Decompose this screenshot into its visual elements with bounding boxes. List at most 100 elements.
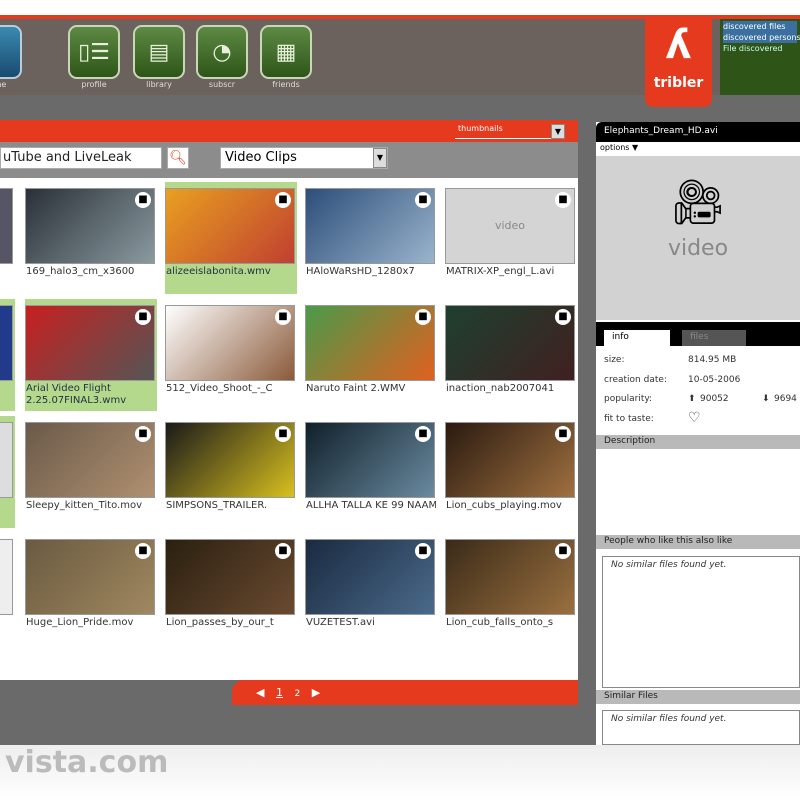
grid-item[interactable]: ■ SIMPSONS_TRAILER. (165, 416, 297, 528)
date-label: creation date: (604, 375, 667, 385)
item-label: alizeeislabonita.wmv (166, 266, 271, 277)
grid-item-partial[interactable] (0, 299, 15, 411)
search-button[interactable]: 🔍︎ (167, 147, 189, 169)
grid-item-partial[interactable] (0, 182, 15, 294)
item-label: 512_Video_Shoot_-_C (166, 383, 273, 394)
library-icon: ▤ (148, 39, 170, 65)
tab-files[interactable]: files (682, 330, 746, 346)
view-mode-select[interactable]: thumbnails ▼ (455, 124, 565, 139)
video-camera-icon: ■ (135, 192, 151, 208)
grid-item-partial[interactable] (0, 416, 15, 528)
grid-item[interactable]: ■ alizeeislabonita.wmv (165, 182, 297, 294)
thumbnail-placeholder: video (494, 219, 526, 232)
home-label: me (0, 80, 7, 89)
leechers-value: 9694 (774, 394, 797, 404)
thumbnail: ■ (445, 539, 575, 615)
grid-item[interactable]: ■ Lion_cubs_playing.mov (445, 416, 577, 528)
subscr-label: subscr (208, 80, 236, 89)
video-camera-icon: ■ (135, 543, 151, 559)
video-camera-icon: 🎥︎ (670, 177, 726, 228)
home-button[interactable] (0, 25, 22, 79)
similar-files-header: Similar Files (596, 690, 800, 704)
results-grid: ■ 169_halo3_cm_x3600 ■ alizeeislabonita.wmv… (0, 178, 578, 680)
item-label: MATRIX-XP_engl_L.avi (446, 266, 555, 277)
grid-item[interactable]: ■ Lion_cub_falls_onto_s (445, 533, 577, 645)
search-input[interactable]: uTube and LiveLeak (0, 147, 162, 169)
grid-item[interactable]: ■ HAloWaRsHD_1280x7 (305, 182, 437, 294)
chevron-down-icon: ▼ (373, 148, 387, 168)
chevron-down-icon: ▼ (551, 124, 565, 139)
grid-item[interactable]: ■ VUZETEST.avi (305, 533, 437, 645)
grid-item[interactable]: ■ Sleepy_kitten_Tito.mov (25, 416, 157, 528)
thumbnail (0, 188, 13, 264)
grid-item[interactable]: ■ ALLHA TALLA KE 99 NAAM.avi (305, 416, 437, 528)
page-link-1[interactable]: 1 (276, 686, 283, 699)
grid-item[interactable]: video ■ MATRIX-XP_engl_L.avi (445, 182, 577, 294)
grid-item[interactable]: ■ Arial Video Flight 2.25.07FINAL3.wmv (25, 299, 157, 411)
grid-item[interactable]: ■ Huge_Lion_Pride.mov (25, 533, 157, 645)
item-label: Arial Video Flight 2.25.07FINAL3.wmv (26, 383, 127, 406)
profile-button[interactable]: ▯☰ (68, 25, 120, 79)
date-value: 10-05-2006 (688, 375, 741, 385)
thumbnail: ■ (25, 422, 155, 498)
leechers-icon: ⬇ (762, 394, 770, 404)
item-label: inaction_nab2007041 (446, 383, 555, 394)
friends-icon: ▦ (275, 39, 297, 65)
video-camera-icon: ■ (415, 309, 431, 325)
video-camera-icon: ■ (415, 543, 431, 559)
video-camera-icon: ■ (555, 426, 571, 442)
grid-item[interactable]: ■ Naruto Faint 2.WMV (305, 299, 437, 411)
video-camera-icon: ■ (415, 192, 431, 208)
item-label: Huge_Lion_Pride.mov (26, 617, 134, 628)
category-select[interactable]: Video Clips ▼ (220, 147, 388, 169)
thumbnail: ■ (25, 305, 155, 381)
video-camera-icon: ■ (275, 192, 291, 208)
thumbnail: ■ (305, 539, 435, 615)
video-camera-icon: ■ (135, 426, 151, 442)
watermark: vista.com (5, 745, 169, 780)
grid-item[interactable]: ■ 512_Video_Shoot_-_C (165, 299, 297, 411)
item-label: Lion_passes_by_our_t (166, 617, 274, 628)
subscriptions-button[interactable]: ◔ (196, 25, 248, 79)
rss-icon: ◔ (212, 39, 232, 65)
item-label: Naruto Faint 2.WMV (306, 383, 406, 394)
thumbnail: ■ (165, 422, 295, 498)
also-like-list[interactable]: No similar files found yet. (602, 556, 800, 688)
options-menu[interactable]: options ▼ (596, 142, 800, 156)
library-button[interactable]: ▤ (133, 25, 185, 79)
thumbnail: ■ (165, 539, 295, 615)
grid-item-partial[interactable] (0, 533, 15, 645)
page-link-2[interactable]: 2 (294, 689, 300, 699)
view-mode-value: thumbnails (458, 124, 503, 133)
item-label: SIMPSONS_TRAILER. (166, 500, 268, 511)
item-label: Lion_cub_falls_onto_s (446, 617, 554, 628)
thumbnail: video ■ (445, 188, 575, 264)
video-camera-icon: ■ (275, 309, 291, 325)
tribler-logo: ʎ tribler (645, 15, 712, 107)
notification-panel: discovered files discovered persons File… (720, 19, 800, 95)
preview-placeholder: video (667, 236, 729, 261)
video-camera-icon: ■ (555, 309, 571, 325)
grid-item[interactable]: ■ inaction_nab2007041 (445, 299, 577, 411)
grid-item[interactable]: ■ Lion_passes_by_our_t (165, 533, 297, 645)
video-camera-icon: ■ (555, 543, 571, 559)
thumbnail (0, 539, 13, 615)
grid-item[interactable]: ■ 169_halo3_cm_x3600 (25, 182, 157, 294)
thumbnail (0, 422, 13, 498)
video-camera-icon: ■ (275, 543, 291, 559)
next-page-button[interactable]: ▶ (312, 686, 320, 699)
similar-files-list[interactable]: No similar files found yet. (602, 710, 800, 745)
tab-info[interactable]: info (604, 330, 670, 346)
thumbnail: ■ (165, 305, 295, 381)
heart-icon[interactable]: ♡ (688, 410, 701, 426)
friends-label: friends (272, 80, 300, 89)
thumbnail: ■ (305, 188, 435, 264)
search-icon: 🔍︎ (169, 150, 187, 166)
notification: File discovered (723, 44, 783, 53)
size-value: 814.95 MB (688, 355, 737, 365)
video-camera-icon: ■ (415, 426, 431, 442)
friends-button[interactable]: ▦ (260, 25, 312, 79)
popularity-label: popularity: (604, 394, 653, 404)
prev-page-button[interactable]: ◀ (256, 686, 264, 699)
size-label: size: (604, 355, 625, 365)
